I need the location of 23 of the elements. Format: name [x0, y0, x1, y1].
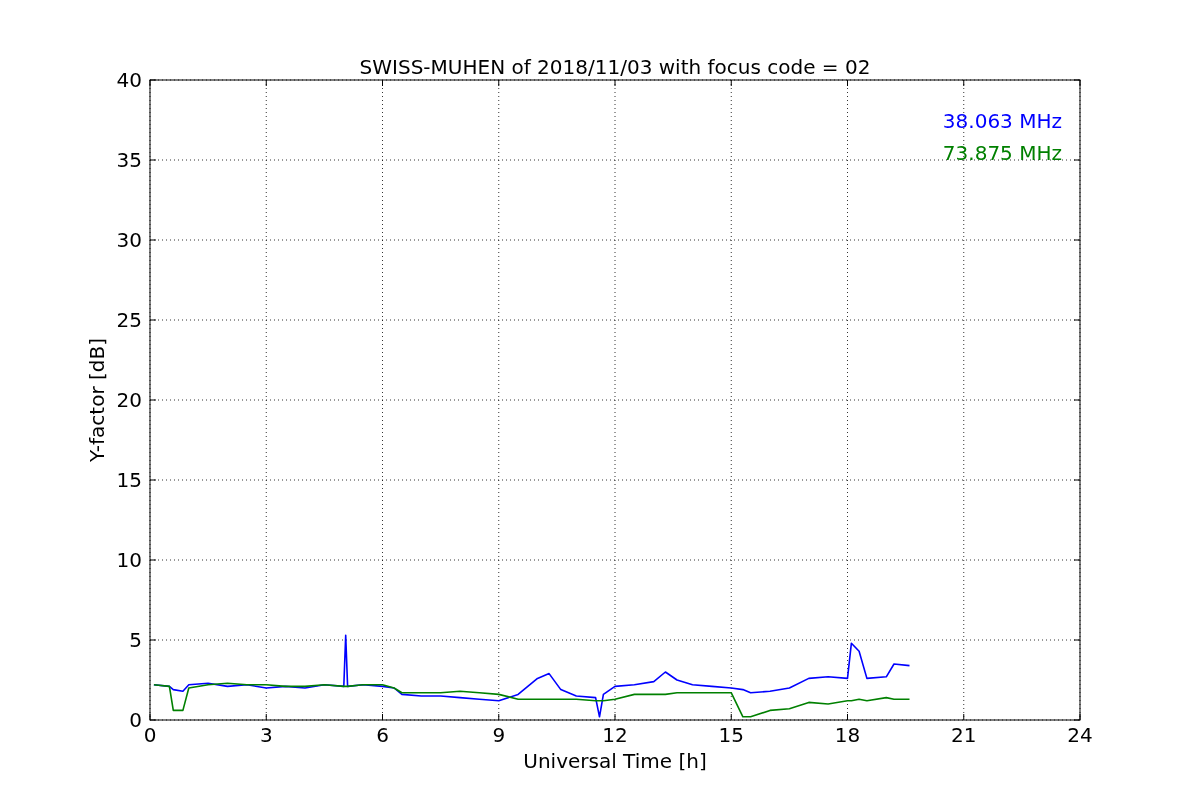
y-tick-label: 10 [116, 548, 142, 572]
x-tick-label: 24 [1067, 723, 1093, 747]
x-tick-label: 12 [602, 723, 628, 747]
y-tick-label: 15 [116, 468, 142, 492]
x-axis-label: Universal Time [h] [523, 749, 707, 773]
y-tick-label: 5 [129, 628, 142, 652]
legend-label: 73.875 MHz [942, 141, 1062, 165]
x-tick-label: 21 [951, 723, 977, 747]
chart-title: SWISS-MUHEN of 2018/11/03 with focus code = 02 [359, 55, 871, 79]
y-tick-label: 20 [116, 388, 142, 412]
y-tick-label: 25 [116, 308, 142, 332]
x-tick-label: 15 [718, 723, 744, 747]
y-tick-label: 0 [129, 708, 142, 732]
x-tick-label: 3 [259, 723, 273, 747]
y-tick-label: 40 [116, 68, 142, 92]
x-tick-label: 9 [492, 723, 506, 747]
y-tick-label: 35 [116, 148, 142, 172]
legend-label: 38.063 MHz [942, 109, 1062, 133]
y-axis-label: Y-factor [dB] [85, 338, 109, 462]
y-tick-label: 30 [116, 228, 142, 252]
x-tick-label: 0 [143, 723, 157, 747]
x-tick-label: 18 [834, 723, 861, 747]
x-tick-label: 6 [376, 723, 389, 747]
